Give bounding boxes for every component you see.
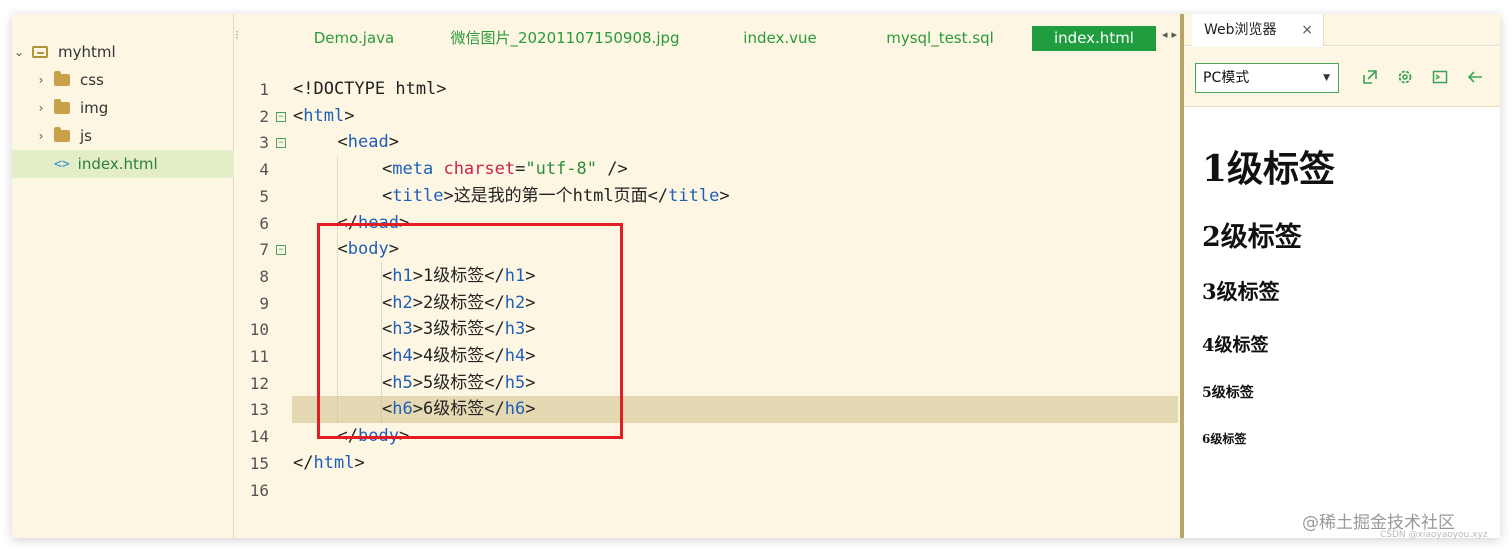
tab-index-vue[interactable]: index.vue — [735, 26, 825, 51]
tree-item-label: css — [80, 71, 104, 89]
fold-toggle-icon[interactable]: − — [276, 111, 286, 122]
tree-item-label: myhtml — [58, 43, 116, 61]
drag-handle-icon[interactable]: ⁝ — [235, 28, 239, 42]
line-number: 4 — [259, 160, 269, 180]
chevron-right-icon[interactable]: › — [34, 73, 48, 87]
folder-icon — [54, 71, 70, 86]
line-number: 1 — [259, 80, 269, 99]
code-line[interactable]: 1 <!DOCTYPE html> — [235, 76, 1192, 103]
chevron-down-icon[interactable]: ⌄ — [12, 45, 26, 59]
tab-index-html[interactable]: index.html — [1032, 26, 1156, 51]
browser-tab-bar: Web浏览器 × — [1184, 14, 1500, 46]
tab-mysql-test-sql[interactable]: mysql_test.sql — [875, 26, 1005, 51]
project-explorer: ⌄ myhtml › css › img › js <> index.html — [12, 14, 234, 538]
device-mode-select[interactable]: PC模式 ▼ — [1195, 63, 1339, 93]
fold-toggle-icon[interactable]: − — [276, 245, 286, 256]
fold-toggle-icon[interactable]: − — [276, 138, 286, 149]
code-text: <html> — [293, 105, 355, 126]
tree-item-index-html[interactable]: <> index.html — [12, 150, 234, 178]
html-file-icon: <> — [54, 156, 70, 172]
tree-item-js[interactable]: › js — [12, 122, 234, 150]
line-number: 16 — [249, 480, 269, 500]
dropdown-caret-icon: ▼ — [1323, 73, 1330, 83]
line-number: 15 — [249, 453, 269, 473]
line-number: 10 — [249, 320, 269, 340]
device-mode-value: PC模式 — [1203, 70, 1250, 86]
settings-icon[interactable] — [1396, 69, 1414, 87]
watermark-sub: CSDN @xiaoyaoyou.xyz — [1380, 530, 1488, 540]
tab-wechat-image[interactable]: 微信图片_20201107150908.jpg — [445, 26, 685, 51]
line-number: 12 — [249, 373, 269, 393]
tab-demo-java[interactable]: Demo.java — [305, 26, 403, 51]
code-line[interactable]: 5 <title>这是我的第一个html页面</title> — [235, 183, 1192, 210]
line-number: 5 — [259, 186, 269, 206]
browser-toolbar: PC模式 ▼ — [1184, 47, 1500, 107]
line-number: 11 — [249, 347, 269, 366]
console-icon[interactable] — [1431, 69, 1449, 87]
tree-item-img[interactable]: › img — [12, 94, 234, 122]
chevron-right-icon[interactable]: › — [34, 101, 48, 115]
preview-h3: 3级标签 — [1202, 279, 1280, 304]
tree-item-css[interactable]: › css — [12, 66, 234, 94]
code-text: </html> — [293, 452, 365, 473]
line-number: 7 — [259, 240, 269, 260]
line-number: 2 — [259, 106, 269, 126]
code-line[interactable]: 3− <head> — [235, 129, 1192, 156]
folder-icon — [54, 127, 70, 142]
code-text: <!DOCTYPE html> — [293, 79, 447, 99]
preview-h5: 5级标签 — [1202, 385, 1254, 401]
line-number: 6 — [259, 213, 269, 233]
line-number: 9 — [259, 293, 269, 313]
code-text: <head> — [337, 132, 399, 153]
open-external-icon[interactable] — [1361, 69, 1379, 87]
preview-h1: 1级标签 — [1202, 148, 1336, 190]
tree-item-label: js — [80, 127, 92, 145]
back-arrow-icon[interactable] — [1466, 69, 1484, 87]
code-line[interactable]: 16 — [235, 477, 1192, 504]
code-line[interactable]: 2− <html> — [235, 103, 1192, 130]
line-number: 3 — [259, 133, 269, 153]
tab-scroll-arrows-icon[interactable]: ◂▸ — [1162, 28, 1181, 41]
chevron-right-icon[interactable]: › — [34, 129, 48, 143]
line-number: 14 — [249, 427, 269, 447]
body-highlight-box — [317, 223, 623, 439]
preview-h2: 2级标签 — [1202, 222, 1302, 253]
preview-h4: 4级标签 — [1202, 335, 1269, 356]
code-text: <title>这是我的第一个html页面</title> — [382, 185, 730, 206]
folder-icon — [54, 99, 70, 114]
preview-h6: 6级标签 — [1202, 432, 1247, 446]
project-folder-icon — [32, 46, 48, 58]
code-line[interactable]: 15 </html> — [235, 450, 1192, 477]
line-number: 8 — [259, 266, 269, 286]
browser-tab-label: Web浏览器 — [1204, 22, 1277, 38]
line-number: 13 — [249, 400, 269, 420]
page-preview: 1级标签 2级标签 3级标签 4级标签 5级标签 6级标签 — [1184, 108, 1500, 538]
editor-tab-bar: ⁝ Demo.java 微信图片_20201107150908.jpg inde… — [235, 14, 1192, 60]
tree-item-label: img — [80, 99, 109, 117]
web-browser-panel: Web浏览器 × PC模式 ▼ 1级标签 2级标签 3级标签 4级标签 5级标签… — [1184, 14, 1500, 538]
close-icon[interactable]: × — [1301, 14, 1313, 46]
code-text: <meta charset="utf-8" /> — [382, 159, 628, 180]
tree-item-label: index.html — [77, 155, 158, 173]
code-line[interactable]: 4 <meta charset="utf-8" /> — [235, 156, 1192, 183]
tree-root-myhtml[interactable]: ⌄ myhtml — [12, 38, 234, 66]
tab-web-browser[interactable]: Web浏览器 × — [1192, 14, 1324, 46]
